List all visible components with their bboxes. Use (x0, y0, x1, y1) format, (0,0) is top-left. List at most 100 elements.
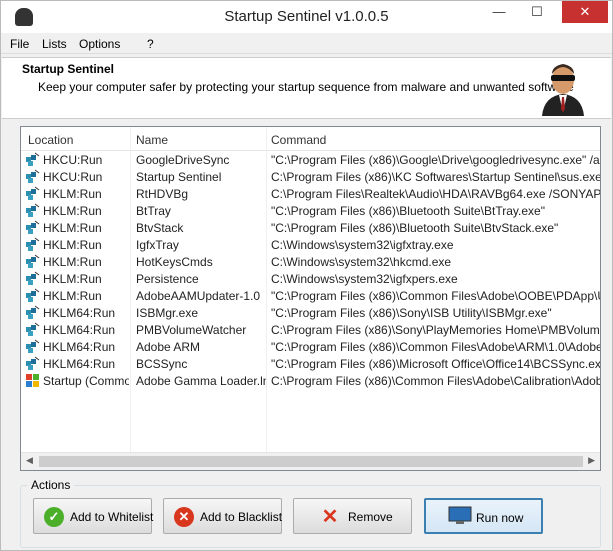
registry-icon (26, 356, 40, 370)
cell-name: Startup Sentinel (136, 170, 222, 184)
menu-options[interactable]: Options (79, 37, 120, 51)
cell-location: HKLM64:Run (43, 323, 116, 337)
cell-name: BCSSync (136, 357, 188, 371)
horizontal-scrollbar[interactable]: ◀ ▶ (21, 452, 600, 470)
cell-command: C:\Windows\system32\hkcmd.exe (271, 255, 452, 269)
header-subtitle: Keep your computer safer by protecting y… (38, 80, 574, 94)
title-bar: Startup Sentinel v1.0.0.5 — ☐ ✕ (1, 1, 612, 33)
x-circle-icon: ✕ (174, 507, 194, 527)
cell-location: Startup (Common) (43, 374, 129, 388)
cell-location: HKCU:Run (43, 170, 103, 184)
cell-name: IgfxTray (136, 238, 179, 252)
cell-location: HKLM64:Run (43, 357, 116, 371)
cell-location: HKLM:Run (43, 204, 102, 218)
cell-location: HKLM:Run (43, 255, 102, 269)
cell-name: AdobeAAMUpdater-1.0 (136, 289, 261, 303)
cell-command: C:\Windows\system32\igfxtray.exe (271, 238, 454, 252)
cell-command: C:\Program Files (x86)\KC Softwares\Star… (271, 170, 601, 184)
table-row[interactable]: HKLM:Run BtTray "C:\Program Files (x86)\Bl… (21, 202, 600, 219)
cell-command: "C:\Program Files (x86)\Bluetooth Suite\… (271, 221, 559, 235)
column-header-command[interactable]: Command (271, 133, 326, 147)
registry-icon (26, 322, 40, 336)
cell-name: RtHDVBg (136, 187, 189, 201)
cell-command: "C:\Program Files (x86)\Google\Drive\goo… (271, 153, 601, 167)
run-now-label: Run now (476, 511, 524, 525)
cell-name: PMBVolumeWatcher (136, 323, 247, 337)
startup-items-list[interactable]: Location Name Command HKCU:Run GoogleDriv… (20, 126, 601, 471)
scrollbar-thumb[interactable] (39, 456, 583, 467)
table-row[interactable]: HKLM:Run HotKeysCmds C:\Windows\system32\h… (21, 253, 600, 270)
monitor-icon (448, 506, 472, 524)
table-row[interactable]: HKLM:Run BtvStack "C:\Program Files (x86)\… (21, 219, 600, 236)
cell-location: HKLM64:Run (43, 306, 116, 320)
menu-file[interactable]: File (10, 37, 29, 51)
registry-icon (26, 288, 40, 302)
cell-location: HKLM:Run (43, 238, 102, 252)
check-icon: ✓ (44, 507, 64, 527)
remove-x-icon: ✕ (321, 506, 339, 528)
registry-icon (26, 271, 40, 285)
cell-location: HKLM64:Run (43, 340, 116, 354)
whitelist-label: Add to Whitelist (70, 510, 154, 524)
cell-name: Persistence (136, 272, 199, 286)
cell-location: HKLM:Run (43, 272, 102, 286)
registry-icon (26, 254, 40, 268)
table-row[interactable]: HKLM64:Run Adobe ARM "C:\Program Files (x8… (21, 338, 600, 355)
cell-command: "C:\Program Files (x86)\Common Files\Ado… (271, 340, 601, 354)
cell-command: C:\Program Files (x86)\Sony\PlayMemories… (271, 323, 601, 337)
minimize-button[interactable]: — (482, 1, 516, 23)
sentinel-mascot-icon (542, 64, 584, 116)
registry-icon (26, 203, 40, 217)
add-to-blacklist-button[interactable]: ✕ Add to Blacklist (163, 498, 282, 534)
cell-name: BtvStack (136, 221, 184, 235)
cell-name: HotKeysCmds (136, 255, 213, 269)
cell-name: BtTray (136, 204, 171, 218)
actions-label: Actions (27, 478, 75, 492)
run-now-button[interactable]: Run now (424, 498, 543, 534)
column-header-location[interactable]: Location (28, 133, 73, 147)
blacklist-label: Add to Blacklist (200, 510, 283, 524)
cell-command: C:\Program Files (x86)\Common Files\Adob… (271, 374, 601, 388)
cell-command: "C:\Program Files (x86)\Microsoft Office… (271, 357, 601, 371)
cell-name: Adobe Gamma Loader.lnk (136, 374, 266, 388)
table-row[interactable]: HKLM:Run IgfxTray C:\Windows\system32\igfx… (21, 236, 600, 253)
registry-icon (26, 220, 40, 234)
table-row[interactable]: HKLM64:Run ISBMgr.exe "C:\Program Files (x… (21, 304, 600, 321)
registry-icon (26, 339, 40, 353)
cell-location: HKLM:Run (43, 221, 102, 235)
registry-icon (26, 186, 40, 200)
table-row[interactable]: HKLM64:Run BCSSync "C:\Program Files (x86)… (21, 355, 600, 372)
column-header-name[interactable]: Name (136, 133, 168, 147)
scroll-left-icon[interactable]: ◀ (26, 455, 33, 466)
maximize-button[interactable]: ☐ (520, 1, 554, 23)
registry-icon (26, 237, 40, 251)
menu-bar: File Lists Options ? (1, 33, 612, 54)
table-row[interactable]: HKLM:Run AdobeAAMUpdater-1.0 "C:\Program F… (21, 287, 600, 304)
close-button[interactable]: ✕ (562, 1, 608, 23)
table-row[interactable]: HKLM:Run RtHDVBg C:\Program Files\Realtek\… (21, 185, 600, 202)
table-row[interactable]: Startup (Common) Adobe Gamma Loader.lnk C:… (21, 372, 600, 389)
cell-name: GoogleDriveSync (136, 153, 230, 167)
remove-label: Remove (348, 510, 393, 524)
menu-help[interactable]: ? (147, 37, 154, 51)
cell-location: HKLM:Run (43, 187, 102, 201)
cell-location: HKLM:Run (43, 289, 102, 303)
remove-button[interactable]: ✕ Remove (293, 498, 412, 534)
registry-icon (26, 169, 40, 183)
table-row[interactable]: HKCU:Run GoogleDriveSync "C:\Program Files… (21, 151, 600, 168)
table-row[interactable]: HKLM:Run Persistence C:\Windows\system32\i… (21, 270, 600, 287)
header-title: Startup Sentinel (22, 62, 115, 76)
table-row[interactable]: HKLM64:Run PMBVolumeWatcher C:\Program Fil… (21, 321, 600, 338)
menu-lists[interactable]: Lists (42, 37, 67, 51)
cell-command: "C:\Program Files (x86)\Common Files\Ado… (271, 289, 601, 303)
app-window: Startup Sentinel v1.0.0.5 — ☐ ✕ File Lis… (0, 0, 613, 551)
table-row[interactable]: HKCU:Run Startup Sentinel C:\Program Files… (21, 168, 600, 185)
add-to-whitelist-button[interactable]: ✓ Add to Whitelist (33, 498, 154, 534)
cell-command: C:\Program Files\Realtek\Audio\HDA\RAVBg… (271, 187, 601, 201)
cell-command: "C:\Program Files (x86)\Sony\ISB Utility… (271, 306, 552, 320)
scroll-right-icon[interactable]: ▶ (588, 455, 595, 466)
cell-command: C:\Windows\system32\igfxpers.exe (271, 272, 458, 286)
cell-location: HKCU:Run (43, 153, 103, 167)
header-panel: Startup Sentinel Keep your computer safe… (2, 57, 611, 119)
windows-startup-icon (26, 374, 39, 387)
